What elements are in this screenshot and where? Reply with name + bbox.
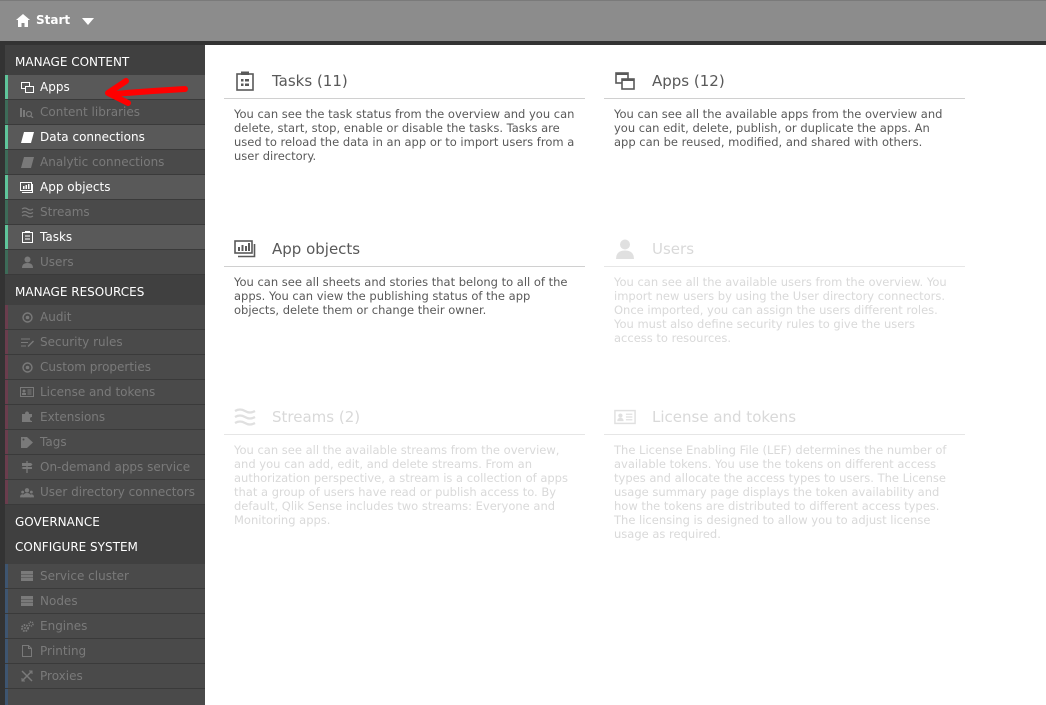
sidebar-item-on-demand-apps-service[interactable]: On-demand apps service xyxy=(5,455,205,480)
card-app-objects[interactable]: App objects You can see all sheets and s… xyxy=(224,231,585,317)
section-manage-content: MANAGE CONTENT xyxy=(15,55,130,69)
sidebar-item-label: Printing xyxy=(40,644,87,658)
card-description: The License Enabling File (LEF) determin… xyxy=(614,443,947,541)
card-tasks[interactable]: Tasks (11) You can see the task status f… xyxy=(224,63,585,163)
streams-icon xyxy=(234,406,256,428)
sidebar-item-extensions[interactable]: Extensions xyxy=(5,405,205,430)
server-icon xyxy=(20,594,34,608)
top-bar: Start xyxy=(0,0,1046,41)
sidebar-item-label: Streams xyxy=(40,205,90,219)
sidebar-item-label: Users xyxy=(40,255,74,269)
sidebar-item-label: Analytic connections xyxy=(40,155,165,169)
sidebar-item-audit[interactable]: Audit xyxy=(5,305,205,330)
card-description: You can see all the available users from… xyxy=(614,275,947,345)
sidebar-item-label: App objects xyxy=(40,180,111,194)
sidebar-item-license-and-tokens[interactable]: License and tokens xyxy=(5,380,205,405)
sidebar-item-service-cluster[interactable]: Service cluster xyxy=(5,564,205,589)
start-label: Start xyxy=(36,13,71,27)
streams-icon xyxy=(20,205,34,219)
content-libraries-icon xyxy=(20,105,34,119)
sidebar-item-label: Apps xyxy=(40,80,70,94)
sidebar-item-streams[interactable]: Streams xyxy=(5,200,205,225)
analytic-connections-icon xyxy=(20,155,34,169)
signpost-icon xyxy=(20,460,34,474)
app-objects-icon xyxy=(234,238,256,260)
tag-icon xyxy=(20,435,34,449)
sidebar-item-engines[interactable]: Engines xyxy=(5,614,205,639)
proxy-icon xyxy=(20,669,34,683)
sidebar-item-app-objects[interactable]: App objects xyxy=(5,175,205,200)
card-license-and-tokens: License and tokens The License Enabling … xyxy=(604,399,965,541)
sidebar-item-label: Service cluster xyxy=(40,569,129,583)
sidebar-item-data-connections[interactable]: Data connections xyxy=(5,125,205,150)
server-icon xyxy=(20,569,34,583)
home-icon xyxy=(16,13,30,27)
sidebar-item-label: User directory connectors xyxy=(40,485,196,499)
gears-icon xyxy=(20,619,34,633)
sidebar-item-label: Tags xyxy=(40,435,67,449)
section-configure-system: CONFIGURE SYSTEM xyxy=(15,540,138,554)
card-streams: Streams (2) You can see all the availabl… xyxy=(224,399,585,527)
sidebar-item-label: Extensions xyxy=(40,410,106,424)
sidebar-item-user-directory-connectors[interactable]: User directory connectors xyxy=(5,480,205,505)
sidebar-item-more[interactable] xyxy=(5,689,205,705)
caret-down-icon[interactable] xyxy=(82,18,94,25)
user-icon xyxy=(614,238,636,260)
card-description: You can see all sheets and stories that … xyxy=(234,275,568,317)
sidebar-item-proxies[interactable]: Proxies xyxy=(5,664,205,689)
sidebar-item-custom-properties[interactable]: Custom properties xyxy=(5,355,205,380)
sidebar-item-label: Engines xyxy=(40,619,88,633)
sidebar-item-label: Custom properties xyxy=(40,360,152,374)
shield-icon xyxy=(20,360,34,374)
license-icon xyxy=(20,385,34,399)
sidebar-item-label: Tasks xyxy=(40,230,73,244)
sidebar-item-apps[interactable]: Apps xyxy=(5,75,205,100)
sidebar-item-users[interactable]: Users xyxy=(5,250,205,275)
sidebar-item-nodes[interactable]: Nodes xyxy=(5,589,205,614)
security-rules-icon xyxy=(20,335,34,349)
document-icon xyxy=(20,644,34,658)
sidebar-item-label: Data connections xyxy=(40,130,145,144)
sidebar-item-analytic-connections[interactable]: Analytic connections xyxy=(5,150,205,175)
users-group-icon xyxy=(20,485,34,499)
card-title: License and tokens xyxy=(652,407,797,426)
section-governance[interactable]: GOVERNANCE xyxy=(5,505,205,535)
start-button[interactable]: Start xyxy=(16,13,70,27)
sidebar-item-label: Proxies xyxy=(40,669,83,683)
apps-icon xyxy=(20,80,34,94)
puzzle-icon xyxy=(20,410,34,424)
card-title: Streams (2) xyxy=(272,407,361,426)
tasks-icon xyxy=(20,230,34,244)
sidebar: MANAGE CONTENT Apps Content libraries Da… xyxy=(5,45,205,705)
shield-icon xyxy=(20,310,34,324)
section-manage-resources: MANAGE RESOURCES xyxy=(15,285,145,299)
sidebar-item-printing[interactable]: Printing xyxy=(5,639,205,664)
sidebar-item-label: Security rules xyxy=(40,335,123,349)
card-users: Users You can see all the available user… xyxy=(604,231,965,345)
sidebar-item-label: Content libraries xyxy=(40,105,141,119)
card-description: You can see all the available streams fr… xyxy=(234,443,568,527)
data-connections-icon xyxy=(20,130,34,144)
sidebar-item-tags[interactable]: Tags xyxy=(5,430,205,455)
card-description: You can see the task status from the ove… xyxy=(234,107,575,163)
card-title[interactable]: App objects xyxy=(272,240,360,258)
card-apps[interactable]: Apps (12) You can see all the available … xyxy=(604,63,965,149)
main-content: Tasks (11) You can see the task status f… xyxy=(205,45,1046,705)
card-title[interactable]: Tasks (11) xyxy=(272,72,348,90)
user-icon xyxy=(20,255,34,269)
app-objects-icon xyxy=(20,180,34,194)
apps-icon xyxy=(614,70,636,92)
card-description: You can see all the available apps from … xyxy=(614,107,943,149)
sidebar-item-label: Audit xyxy=(40,310,72,324)
card-title: Users xyxy=(652,239,695,258)
sidebar-item-label: Nodes xyxy=(40,594,78,608)
sidebar-item-label: On-demand apps service xyxy=(40,460,191,474)
sidebar-item-content-libraries[interactable]: Content libraries xyxy=(5,100,205,125)
card-title[interactable]: Apps (12) xyxy=(652,72,725,90)
tasks-icon xyxy=(234,70,256,92)
sidebar-item-tasks[interactable]: Tasks xyxy=(5,225,205,250)
sidebar-item-security-rules[interactable]: Security rules xyxy=(5,330,205,355)
sidebar-item-label: License and tokens xyxy=(40,385,156,399)
license-icon xyxy=(614,406,636,428)
